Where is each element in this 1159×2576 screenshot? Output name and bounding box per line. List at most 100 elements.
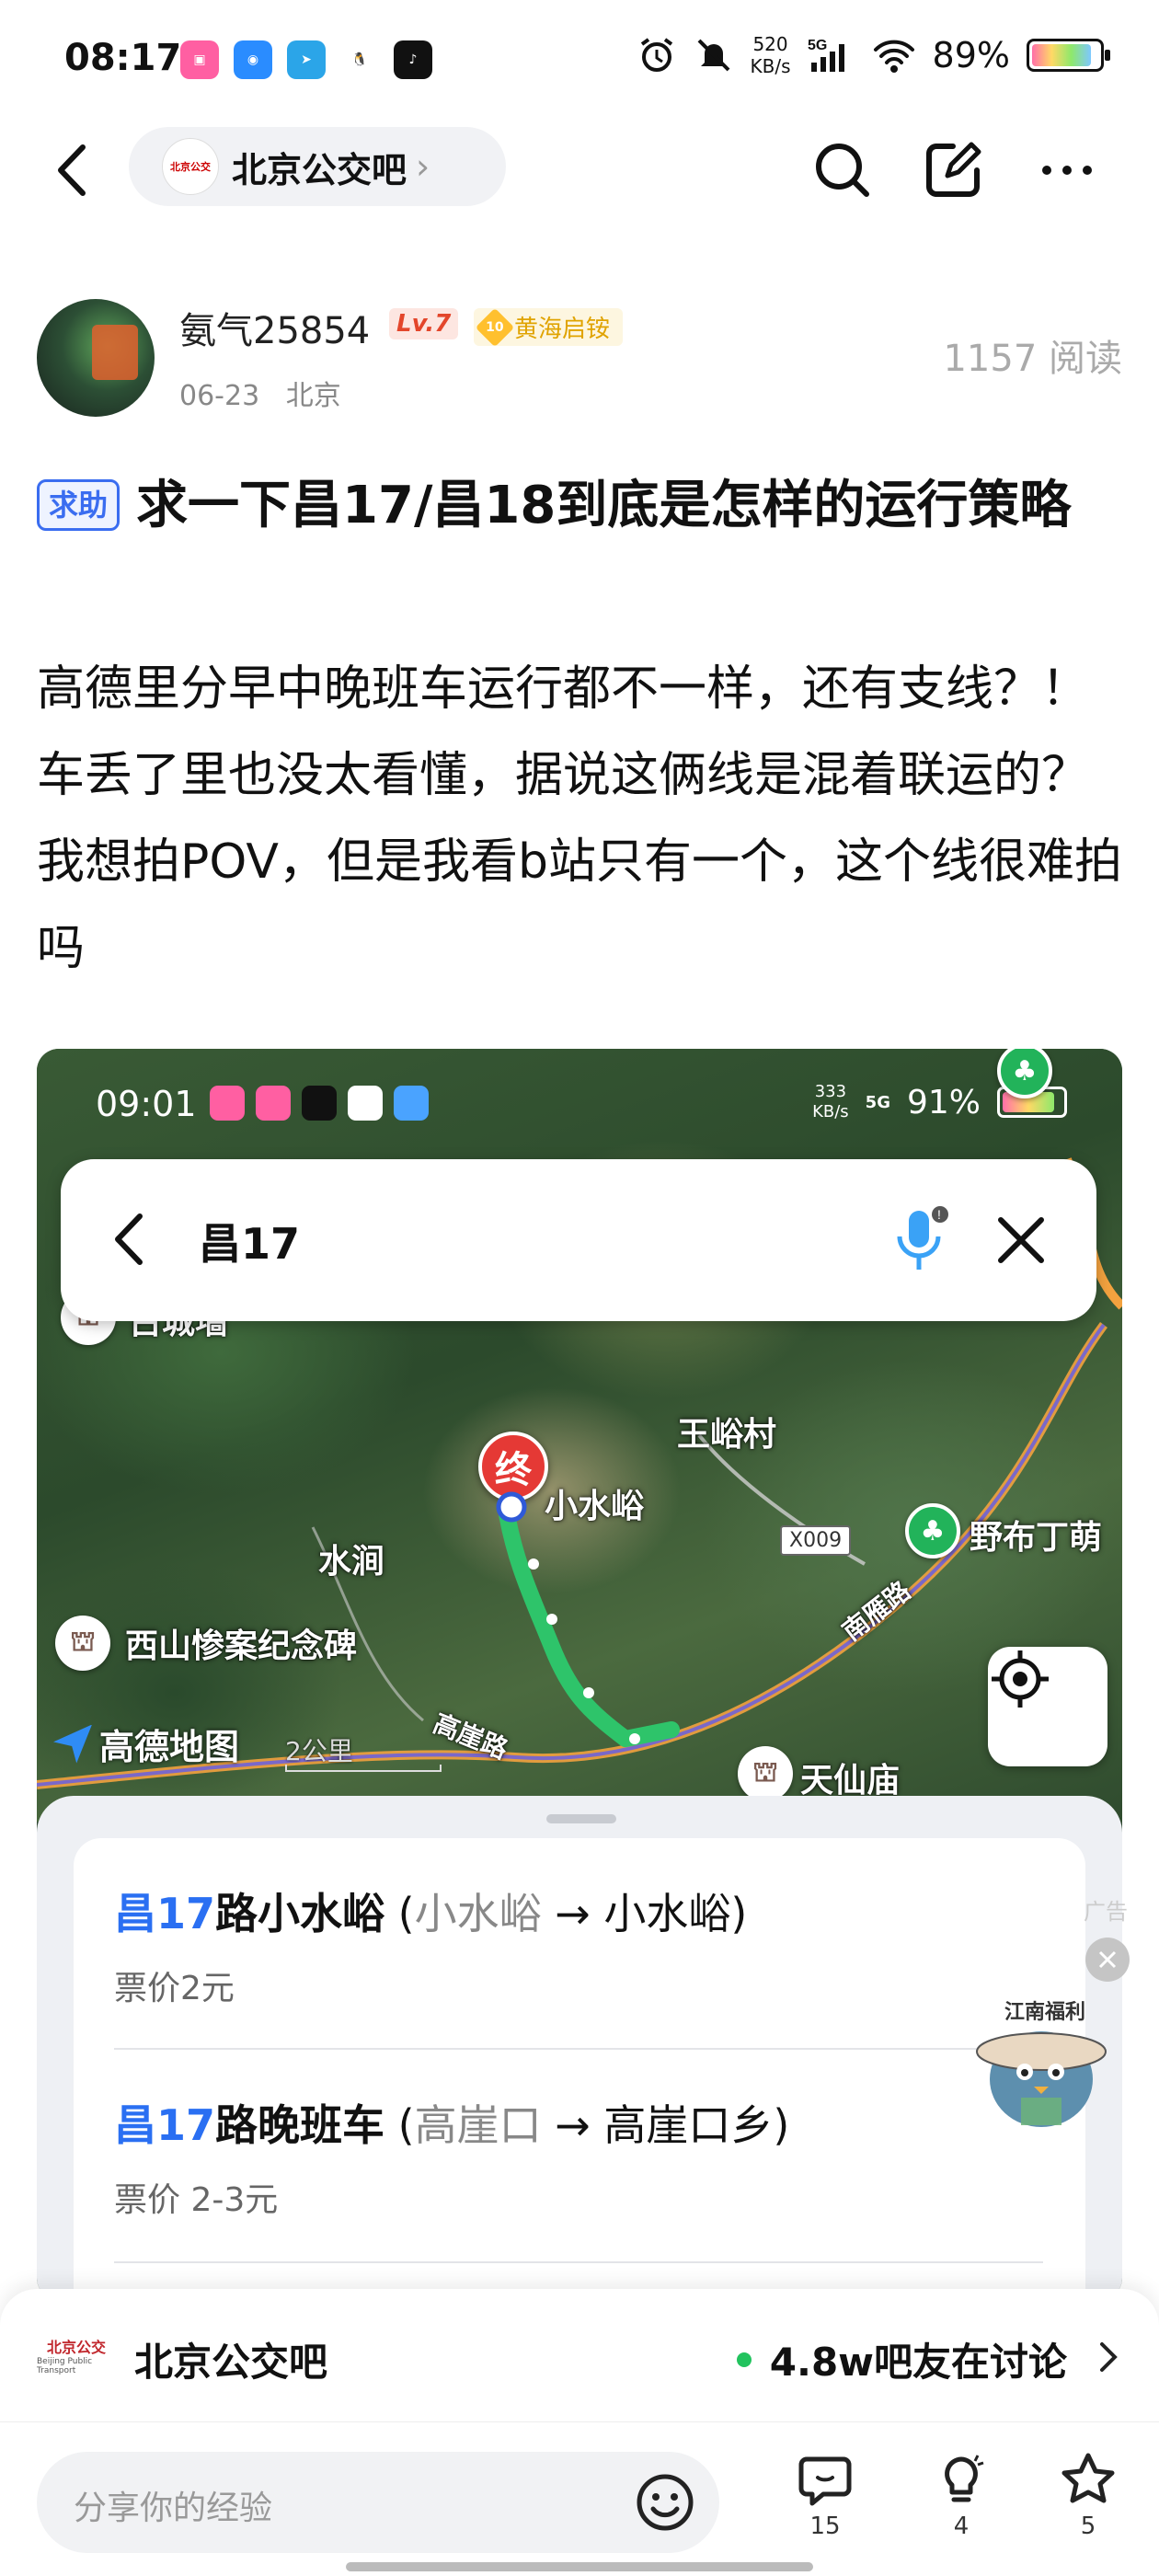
route-item[interactable]: 昌17路晚班车 (高崖口 → 高崖口乡) 票价 2-3元 [114, 2092, 1043, 2221]
map-label-tianxian: 天仙庙 [800, 1762, 901, 1800]
emoji-icon[interactable] [635, 2472, 695, 2533]
chat-app-icon: ◉ [234, 40, 272, 79]
search-icon[interactable] [806, 133, 879, 207]
comment-action[interactable]: 15 [784, 2450, 866, 2540]
like-action[interactable]: 4 [920, 2450, 1003, 2540]
map-label-yebuding: 野布丁萌 [970, 1519, 1103, 1557]
status-time: 08:17 [64, 37, 182, 79]
comment-placeholder: 分享你的经验 [74, 2490, 273, 2527]
map-scale-bar [285, 1765, 442, 1772]
forum-name: 北京公交吧 [232, 149, 407, 190]
route-price: 票价2元 [114, 1970, 235, 2007]
status-bar: 08:17 ▣ ◉ ➤ 🐧 ♪ 520 KB/s 5G 89% [0, 0, 1159, 120]
map-label-shuijian: 水涧 [318, 1543, 385, 1581]
forum-bar[interactable]: 北京公交 Beijing Public Transport 北京公交吧 4.8w… [0, 2289, 1159, 2421]
map-search-query[interactable]: 昌17 [199, 1211, 300, 1271]
avatar[interactable] [37, 299, 155, 417]
post-meta: 06-23 北京 [179, 373, 341, 413]
chevron-right-icon [1100, 2342, 1118, 2372]
svg-text:!: ! [937, 1207, 941, 1222]
inner-time: 09:01 [96, 1084, 197, 1124]
comment-icon [798, 2456, 852, 2506]
status-app-icons: ▣ ◉ ➤ 🐧 ♪ [180, 40, 432, 79]
wifi-icon [873, 40, 914, 73]
microphone-icon[interactable]: ! [894, 1205, 949, 1275]
amap-logo: 高德地图 [53, 1719, 239, 1769]
map-scale: 2公里 [285, 1736, 353, 1766]
read-count: 1157 阅读 [943, 338, 1122, 380]
road-tag-x009: X009 [780, 1525, 852, 1556]
tiktok-icon: ♪ [394, 40, 432, 79]
battery-icon [1027, 39, 1110, 72]
title-badge: 10 黄海启铵 [474, 307, 624, 347]
forum-logo: 北京公交 [162, 138, 219, 195]
svg-text:江南福利: 江南福利 [1004, 2000, 1085, 2024]
browser-icon [394, 1086, 429, 1121]
top-nav: 北京公交 北京公交吧 › [0, 124, 1159, 216]
edit-icon[interactable] [916, 133, 990, 207]
post-location: 北京 [285, 380, 341, 412]
qq-icon: 🐧 [340, 40, 379, 79]
post-body: 高德里分早中晚班车运行都不一样，还有支线？！车丢了里也没太看懂，据说这俩线是混着… [37, 661, 1122, 976]
post-title: 求助 求一下昌17/昌18到底是怎样的运行策略 [37, 467, 1122, 545]
ad-mascot[interactable]: 江南福利 [957, 1987, 1122, 2134]
qq-icon [348, 1086, 383, 1121]
close-icon [1098, 1950, 1117, 1969]
amap-arrow-icon [53, 1724, 92, 1764]
svg-text:5G: 5G [808, 38, 827, 53]
locate-icon [992, 1650, 1049, 1708]
divider [114, 2261, 1043, 2263]
bilibili-icon [256, 1086, 291, 1121]
status-right: 520 KB/s 5G 89% [637, 33, 1110, 77]
inner-app-icons [210, 1086, 429, 1121]
favorite-action[interactable]: 5 [1047, 2450, 1130, 2540]
network-speed: 520 KB/s [750, 33, 791, 77]
author-name[interactable]: 氨气25854 [179, 301, 370, 354]
inner-status-bar: 09:01 333 KB/s 5G 91% [37, 1049, 1122, 1159]
sheet-handle[interactable] [546, 1814, 616, 1823]
forum-name: 北京公交吧 [134, 2340, 328, 2385]
map-label-xiaoshuiyu: 小水峪 [545, 1488, 645, 1525]
author-row: 氨气25854 Lv.7 10 黄海启铵 06-23 北京 1157 阅读 [37, 299, 1122, 419]
inner-battery-percent: 91% [906, 1083, 981, 1121]
close-icon[interactable] [992, 1211, 1050, 1270]
ad-label: 广告 [1084, 1899, 1128, 1925]
divider [114, 2048, 1043, 2050]
landmark-icon: ⛫ [55, 1616, 110, 1671]
bilibili-icon [210, 1086, 245, 1121]
star-icon [1061, 2453, 1115, 2503]
bottom-bar: 分享你的经验 15 4 5 [0, 2421, 1159, 2576]
back-icon[interactable] [107, 1207, 153, 1271]
comment-count: 15 [809, 2513, 841, 2540]
more-icon[interactable] [1030, 133, 1104, 207]
title-text: 黄海启铵 [514, 316, 611, 343]
route-price: 票价 2-3元 [114, 2181, 279, 2219]
telegram-icon: ➤ [287, 40, 326, 79]
inner-network-speed: 333 KB/s [812, 1082, 849, 1121]
post-date: 06-23 [179, 380, 260, 412]
forum-pill[interactable]: 北京公交 北京公交吧 › [129, 127, 506, 206]
map-search-bar[interactable]: 昌17 ! [61, 1159, 1096, 1321]
comment-input[interactable]: 分享你的经验 [37, 2452, 719, 2553]
map-label-wangyu: 王峪村 [677, 1416, 777, 1454]
route-name: 昌17路小水峪 (小水峪 → 小水峪) [114, 1889, 748, 1938]
favorite-count: 5 [1080, 2513, 1096, 2540]
route-name: 昌17路晚班车 (高崖口 → 高崖口乡) [114, 2100, 790, 2150]
post-title-text: 求一下昌17/昌18到底是怎样的运行策略 [136, 476, 1072, 535]
route-card: 昌17路小水峪 (小水峪 → 小水峪) 票价2元 昌17路晚班车 (高崖口 → … [74, 1838, 1085, 2300]
online-count: 4.8w吧友在讨论 [736, 2331, 1067, 2387]
route-item[interactable]: 昌17路小水峪 (小水峪 → 小水峪) 票价2元 [114, 1880, 1043, 2009]
back-icon[interactable] [46, 138, 101, 202]
tiktok-icon [302, 1086, 337, 1121]
park-icon: ♣ [905, 1503, 960, 1558]
locate-button[interactable] [988, 1647, 1107, 1766]
chevron-right-icon: › [416, 146, 430, 187]
lightbulb-icon [945, 2455, 984, 2502]
level-badge: Lv.7 [389, 308, 459, 339]
temple-icon: ⛫ [738, 1746, 793, 1801]
ad-close-button[interactable] [1085, 1938, 1130, 1982]
like-count: 4 [953, 2513, 970, 2540]
online-dot [736, 2352, 752, 2367]
home-indicator[interactable] [346, 2562, 813, 2571]
map-label-xishan: 西山惨案纪念碑 [125, 1627, 358, 1665]
